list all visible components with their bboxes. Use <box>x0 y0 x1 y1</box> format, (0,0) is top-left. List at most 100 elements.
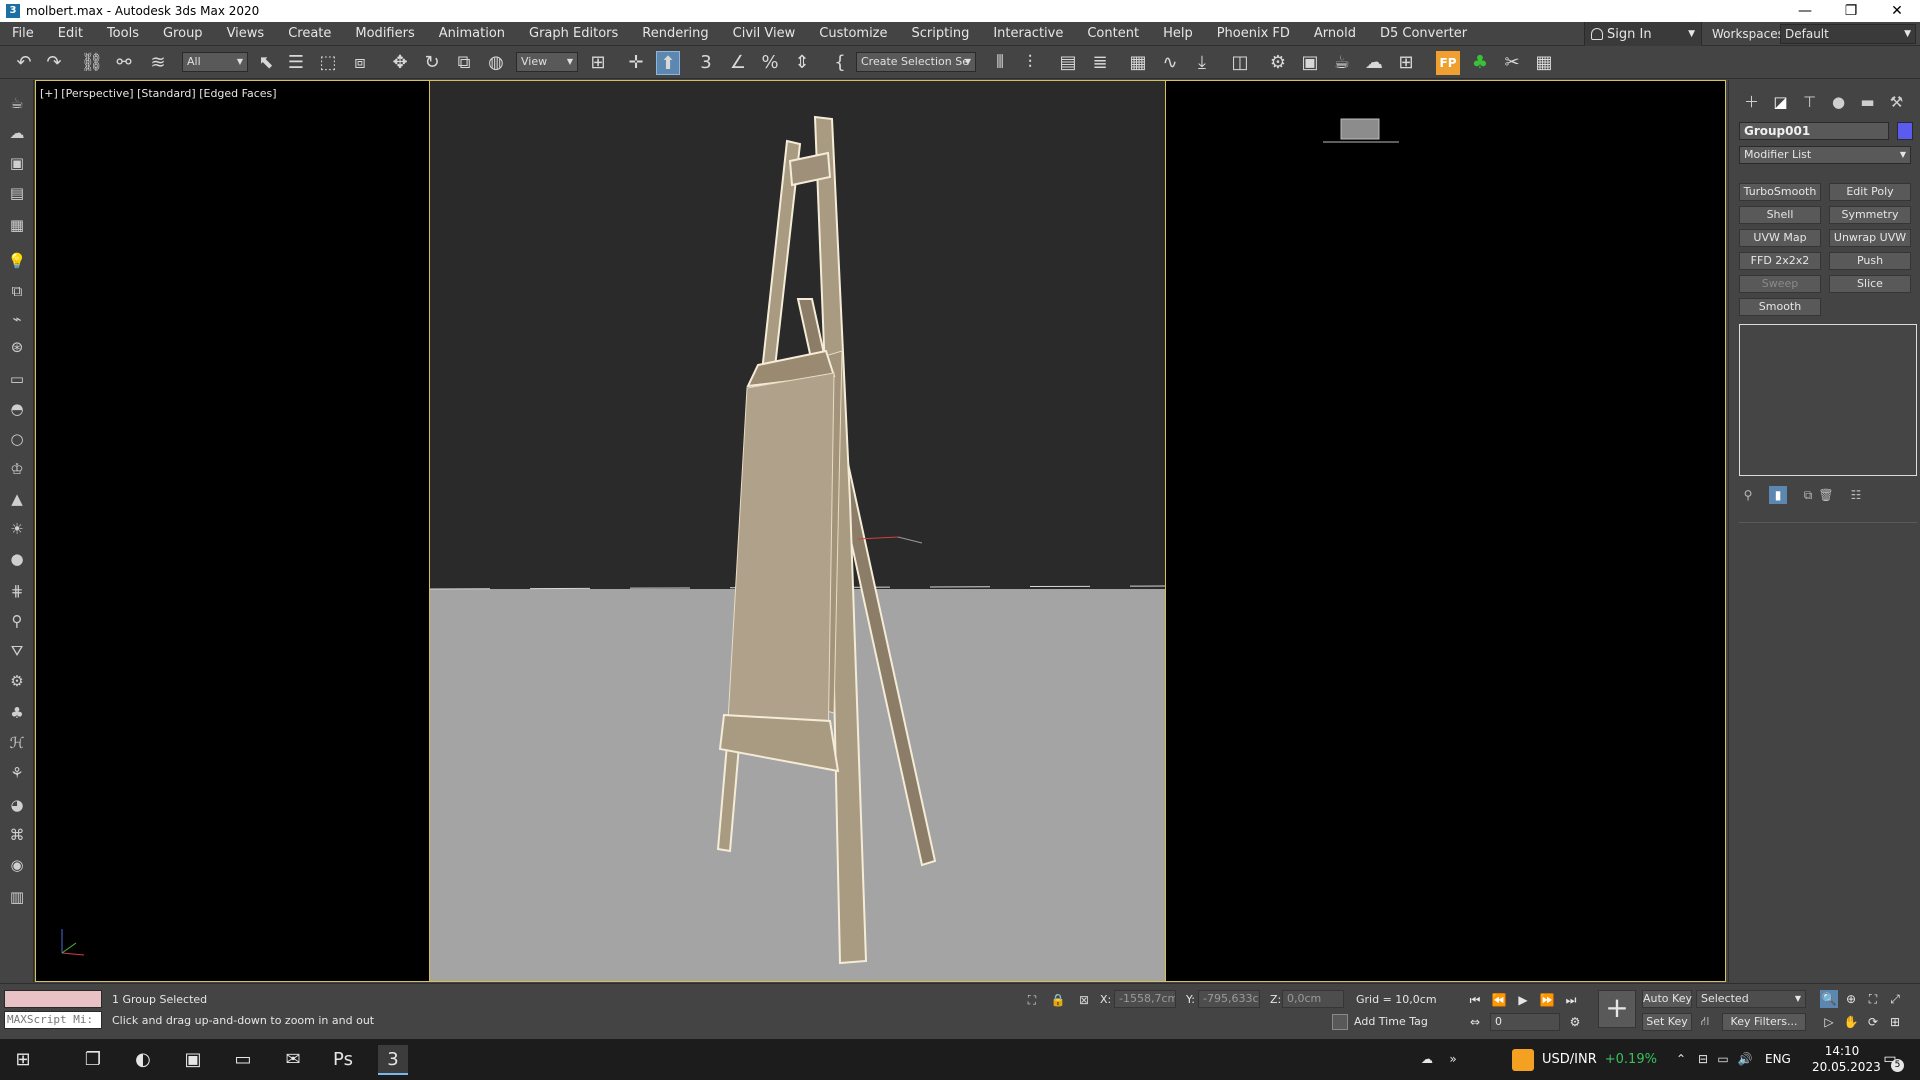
unlink-icon[interactable]: ⚯ <box>112 51 136 75</box>
menu-d5-converter[interactable]: D5 Converter <box>1368 22 1479 46</box>
motion-tab-icon[interactable]: ● <box>1824 90 1853 114</box>
schematic-view-icon[interactable]: ⤓ <box>1190 51 1214 75</box>
maximize-viewport-icon[interactable]: ⊞ <box>1886 1013 1904 1031</box>
file-explorer-icon[interactable]: ▭ <box>228 1045 258 1075</box>
push-button[interactable]: Push <box>1829 252 1911 270</box>
object-color-swatch[interactable] <box>1897 122 1913 140</box>
crane-icon[interactable]: ⛛ <box>6 640 28 662</box>
easel-model[interactable] <box>430 81 1166 981</box>
disc-icon[interactable]: ● <box>6 548 28 570</box>
pan-view-icon[interactable]: ✋ <box>1842 1013 1860 1031</box>
menu-phoenix-fd[interactable]: Phoenix FD <box>1205 22 1302 46</box>
current-frame-field[interactable]: 0 <box>1490 1013 1560 1031</box>
tools-icon[interactable]: ✂ <box>1500 51 1524 75</box>
sun-icon[interactable]: ☀ <box>6 518 28 540</box>
slice-button[interactable]: Slice <box>1829 275 1911 293</box>
viewcube[interactable] <box>1321 109 1401 149</box>
menu-rendering[interactable]: Rendering <box>630 22 720 46</box>
menu-interactive[interactable]: Interactive <box>981 22 1075 46</box>
scale-icon[interactable]: ⧉ <box>452 51 476 75</box>
restore-button[interactable]: ❐ <box>1828 0 1874 22</box>
bind-to-space-warp-icon[interactable]: ≋ <box>146 51 170 75</box>
uvw-map-button[interactable]: UVW Map <box>1739 229 1821 247</box>
set-key-button[interactable]: Set Key <box>1642 1013 1692 1031</box>
onedrive-icon[interactable]: ☁ <box>1418 1050 1436 1068</box>
book-icon[interactable]: ▥ <box>6 886 28 908</box>
percent-snap-icon[interactable]: % <box>758 51 782 75</box>
gear-icon[interactable]: ⚙ <box>6 670 28 692</box>
crown-icon[interactable]: ♔ <box>6 458 28 480</box>
add-time-tag-button[interactable]: Add Time Tag <box>1332 1013 1428 1031</box>
cone-icon[interactable]: ▲ <box>6 488 28 510</box>
angle-snap-icon[interactable]: ∠ <box>726 51 750 75</box>
key-mode-select[interactable]: Selected ▼ <box>1696 990 1806 1008</box>
rendered-frame-window-icon[interactable]: ▣ <box>1298 51 1322 75</box>
snaps-toggle-icon[interactable]: 3 <box>694 51 718 75</box>
go-to-start-icon[interactable]: ⏮ <box>1466 992 1484 1008</box>
redo-icon[interactable]: ↷ <box>42 51 66 75</box>
rectangular-selection-icon[interactable]: ⬚ <box>316 51 340 75</box>
time-configuration-icon[interactable]: ⚙ <box>1566 1014 1584 1030</box>
turbosmooth-button[interactable]: TurboSmooth <box>1739 183 1821 201</box>
menu-scripting[interactable]: Scripting <box>900 22 982 46</box>
pivot-center-icon[interactable]: ⊞ <box>586 51 610 75</box>
configure-modifier-sets-icon[interactable]: ☷ <box>1847 486 1865 504</box>
align-icon[interactable]: ⫶ <box>1018 51 1042 75</box>
isolate-selection-icon[interactable]: ⛶ <box>1024 992 1040 1008</box>
script-icon[interactable]: ⌘ <box>6 824 28 846</box>
plant-icon[interactable]: ♣ <box>6 702 28 724</box>
chevron-up-icon[interactable]: ⌃ <box>1672 1050 1690 1068</box>
menu-animation[interactable]: Animation <box>427 22 517 46</box>
network-icon[interactable]: ▭ <box>1714 1050 1732 1068</box>
minimize-button[interactable]: — <box>1782 0 1828 22</box>
clock[interactable]: 14:10 20.05.2023 <box>1812 1043 1881 1075</box>
menu-content[interactable]: Content <box>1075 22 1151 46</box>
select-manipulate-icon[interactable]: ✛ <box>624 51 648 75</box>
menu-customize[interactable]: Customize <box>807 22 899 46</box>
viewport-label[interactable]: [+] [Perspective] [Standard] [Edged Face… <box>40 87 277 100</box>
table-icon[interactable]: ▦ <box>1532 51 1556 75</box>
go-to-end-icon[interactable]: ⏭ <box>1562 992 1580 1008</box>
create-tab-icon[interactable]: ＋ <box>1737 90 1766 114</box>
edit-poly-button[interactable]: Edit Poly <box>1829 183 1911 201</box>
task-view-icon[interactable]: ❐ <box>78 1045 108 1075</box>
menu-help[interactable]: Help <box>1151 22 1205 46</box>
menu-create[interactable]: Create <box>276 22 343 46</box>
forest-pack-icon[interactable]: FP <box>1436 51 1460 75</box>
zoom-extents-icon[interactable]: ⛶ <box>1864 990 1882 1008</box>
spinner-snap-icon[interactable]: ⇕ <box>790 51 814 75</box>
bone-icon[interactable]: ⌁ <box>6 308 28 330</box>
zoom-extents-all-icon[interactable]: ⤢ <box>1886 990 1904 1008</box>
maxscript-listener-output[interactable] <box>4 990 102 1008</box>
show-end-result-icon[interactable]: ▮ <box>1769 486 1787 504</box>
smooth-button[interactable]: Smooth <box>1739 298 1821 316</box>
language-indicator[interactable]: ENG <box>1765 1039 1791 1080</box>
dome-icon[interactable]: ◓ <box>6 398 28 420</box>
keyboard-shortcut-override-icon[interactable]: ⬆ <box>656 51 680 75</box>
hierarchy-tab-icon[interactable]: ⊤ <box>1795 90 1824 114</box>
layer-explorer-icon[interactable]: ≣ <box>1088 51 1112 75</box>
menu-graph-editors[interactable]: Graph Editors <box>517 22 630 46</box>
render-setup-icon[interactable]: ⚙ <box>1266 51 1290 75</box>
sphere-icon[interactable]: ○ <box>6 428 28 450</box>
make-unique-icon[interactable]: ⧉ <box>1799 486 1817 504</box>
selection-lock-icon[interactable]: 🔒 <box>1050 992 1066 1008</box>
link-icon[interactable]: ⛓ <box>80 51 104 75</box>
window-crossing-icon[interactable]: ⧈ <box>348 51 372 75</box>
camera-icon[interactable]: ⊛ <box>6 336 28 358</box>
photoshop-icon[interactable]: Ps <box>328 1045 358 1075</box>
modifier-list-select[interactable]: Modifier List ▼ <box>1739 146 1911 164</box>
x-coordinate-field[interactable]: -1558,7cm <box>1114 990 1176 1008</box>
remove-modifier-icon[interactable]: 🗑 <box>1817 486 1835 504</box>
store-icon[interactable]: ▣ <box>178 1045 208 1075</box>
curve-editor-icon[interactable]: ∿ <box>1158 51 1182 75</box>
zoom-all-icon[interactable]: ⊕ <box>1842 990 1860 1008</box>
auto-key-button[interactable]: Auto Key <box>1642 990 1692 1008</box>
named-selection-sets-select[interactable]: Create Selection Se ▼ <box>856 52 976 72</box>
material-icon[interactable]: ▣ <box>6 152 28 174</box>
reference-coordinate-select[interactable]: View ▼ <box>516 52 578 72</box>
cloth-icon[interactable]: ⚘ <box>6 762 28 784</box>
modify-tab-icon[interactable]: ◪ <box>1766 90 1795 114</box>
table-icon[interactable]: ▦ <box>6 214 28 236</box>
place-icon[interactable]: ◍ <box>484 51 508 75</box>
